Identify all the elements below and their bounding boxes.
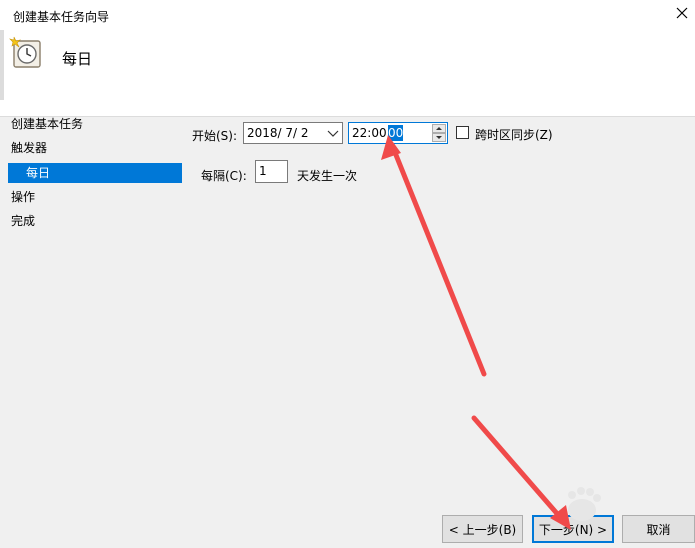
step-trigger: 触发器 — [11, 141, 48, 155]
annotation-arrow-to-time-field — [381, 135, 487, 377]
start-label: 开始(S): — [192, 129, 238, 143]
wizard-steps-sidebar: 创建基本任务 触发器 每日 操作 完成 — [0, 117, 186, 548]
scheduled-task-clock-icon — [9, 36, 41, 68]
page-title: 每日 — [62, 50, 93, 68]
step-action: 操作 — [11, 190, 36, 204]
spin-down-button[interactable] — [432, 133, 446, 142]
time-spinner[interactable] — [432, 124, 446, 142]
start-time-hours-minutes: 22:00: — [352, 126, 391, 140]
start-date-picker[interactable]: 2018/ 7/ 2 — [243, 122, 343, 144]
sync-timezones-checkbox[interactable] — [456, 126, 469, 139]
arrow-up-icon — [436, 127, 442, 130]
spin-up-button[interactable] — [432, 124, 446, 133]
start-date-value: 2018/ 7/ 2 — [247, 126, 309, 140]
step-create-basic-task: 创建基本任务 — [11, 117, 84, 131]
recur-days-input[interactable]: 1 — [255, 160, 288, 183]
step-finish: 完成 — [11, 214, 36, 228]
recur-label: 每隔(C): — [201, 169, 247, 183]
chevron-down-icon[interactable] — [327, 128, 339, 138]
recur-suffix: 天发生一次 — [297, 169, 358, 183]
close-icon[interactable] — [674, 5, 690, 21]
sync-timezones-label[interactable]: 跨时区同步(Z) — [475, 126, 553, 143]
window-title: 创建基本任务向导 — [13, 10, 110, 24]
back-button[interactable]: < 上一步(B) — [442, 515, 523, 543]
recur-days-value: 1 — [259, 164, 267, 178]
step-daily-active: 每日 — [8, 163, 182, 183]
background-window-edge — [0, 30, 4, 100]
arrow-down-icon — [436, 136, 442, 139]
start-time-seconds-selected[interactable]: 00 — [388, 125, 404, 141]
title-bar: 创建基本任务向导 — [0, 0, 695, 30]
watermark-logo — [568, 487, 601, 521]
wizard-header: 每日 — [0, 30, 695, 117]
